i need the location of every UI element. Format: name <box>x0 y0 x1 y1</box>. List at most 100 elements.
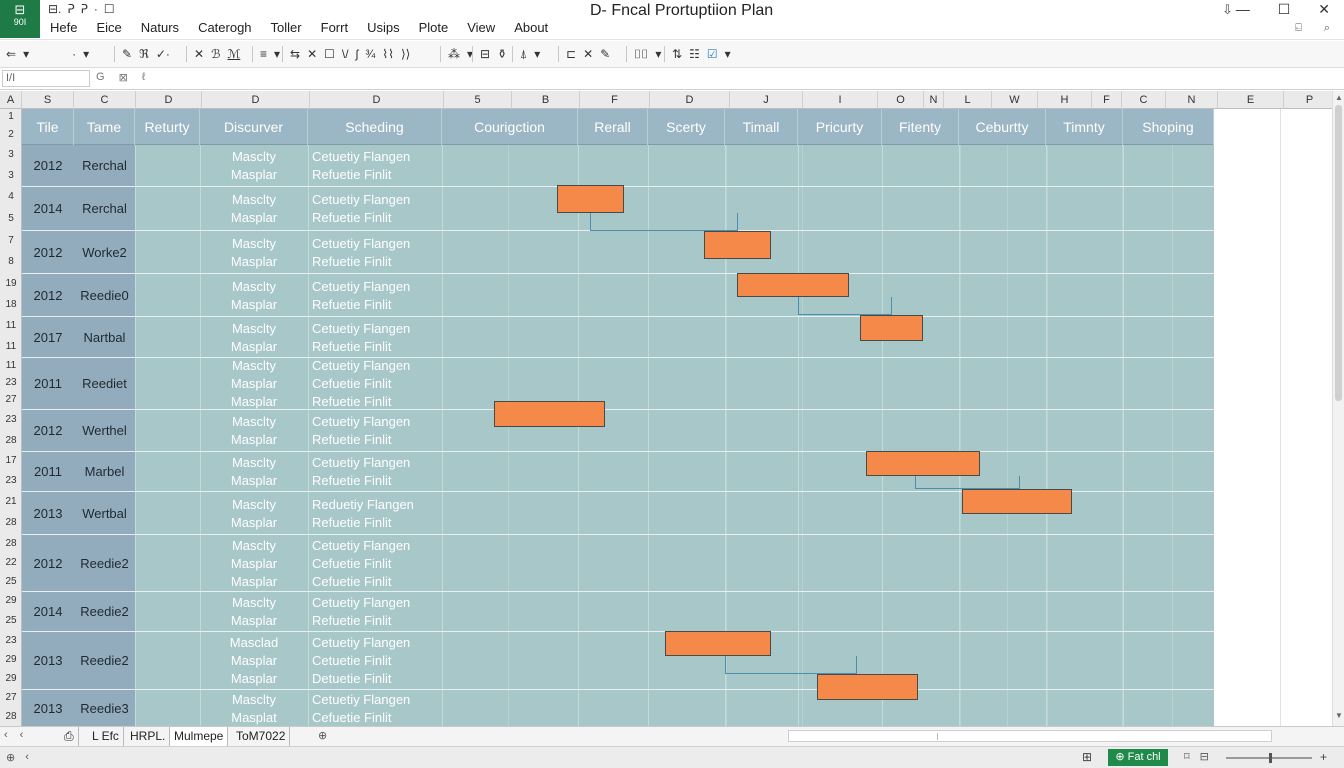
header-cell[interactable]: Returty <box>135 109 200 145</box>
menu-item[interactable]: View <box>467 20 495 38</box>
scheding-cell[interactable]: Refuetie Finlit <box>312 472 442 490</box>
scheding-cell[interactable]: Cefuetie Finlit <box>312 709 442 727</box>
align-icon[interactable]: ≡ <box>260 47 267 61</box>
confirm-icon[interactable]: ⊠ <box>119 71 128 84</box>
scheding-cell[interactable]: Reduetiy Flangen <box>312 496 442 514</box>
name-cell[interactable]: Worke2 <box>74 245 135 260</box>
zoom-in-icon[interactable]: + <box>1320 750 1327 764</box>
chevron-down-icon[interactable]: ▾ <box>23 47 29 61</box>
row-header[interactable]: 23 <box>0 414 22 425</box>
scheding-cell[interactable]: Cetuetiy Flangen <box>312 691 442 709</box>
close-icon[interactable]: ✕ <box>1318 1 1330 18</box>
discurver-cell[interactable]: Masclty <box>200 235 308 253</box>
year-cell[interactable]: 2012 <box>22 556 74 571</box>
pencil-icon[interactable]: ✎ <box>122 47 132 61</box>
scheding-cell[interactable]: Cefuetie Finlit <box>312 555 442 573</box>
discurver-cell[interactable]: Masplar <box>200 209 308 227</box>
discurver-cell[interactable]: Masclty <box>200 454 308 472</box>
zoom-slider-knob[interactable] <box>1269 753 1272 763</box>
row-header[interactable]: 11 <box>0 341 22 352</box>
name-cell[interactable]: Nartbal <box>74 330 135 345</box>
row-header[interactable]: 4 <box>0 191 22 202</box>
scheding-cell[interactable]: Refuetie Finlit <box>312 431 442 449</box>
menu-item[interactable]: Caterogh <box>198 20 251 38</box>
row-header[interactable]: 17 <box>0 455 22 466</box>
checkbox-icon[interactable]: ☑ <box>707 47 718 61</box>
header-cell[interactable]: Ceburtty <box>959 109 1046 145</box>
save-icon[interactable]: ⊟. <box>48 2 61 18</box>
split-icon[interactable]: \/ <box>342 47 349 61</box>
horizontal-scrollbar[interactable] <box>788 730 1272 742</box>
column-header[interactable]: E <box>1218 91 1284 109</box>
menu-item[interactable]: Toller <box>271 20 302 38</box>
page-view-icon[interactable]: ⊞ <box>1082 750 1092 764</box>
dots-icon[interactable]: ⌇⌇ <box>382 47 394 61</box>
chevron-down-icon[interactable]: ▾ <box>83 47 89 61</box>
comment-icon[interactable]: ⊟ <box>480 47 490 61</box>
scheding-cell[interactable]: Cetuetiy Flangen <box>312 537 442 555</box>
discurver-cell[interactable]: Masclty <box>200 357 308 375</box>
header-cell[interactable]: Courigction <box>442 109 578 145</box>
discurver-cell[interactable]: Masclty <box>200 594 308 612</box>
year-cell[interactable]: 2012 <box>22 288 74 303</box>
zoom-slider[interactable] <box>1226 753 1312 763</box>
column-header[interactable]: F <box>1092 91 1122 109</box>
column-header[interactable]: O <box>878 91 924 109</box>
discurver-cell[interactable]: Masplar <box>200 472 308 490</box>
discurver-cell[interactable]: Masclty <box>200 496 308 514</box>
scheding-cell[interactable]: Cetuetiy Flangen <box>312 235 442 253</box>
chart-icon[interactable]: ⌷⌷ <box>634 47 648 62</box>
discurver-cell[interactable]: Masplat <box>200 709 308 727</box>
search-icon[interactable]: ⌕ <box>1324 22 1330 35</box>
name-box[interactable]: I/I <box>2 70 90 87</box>
discurver-cell[interactable]: Masplar <box>200 166 308 184</box>
gantt-bar[interactable] <box>737 273 849 297</box>
year-cell[interactable]: 2012 <box>22 423 74 438</box>
gantt-bar[interactable] <box>557 185 624 213</box>
row-header[interactable]: 25 <box>0 576 22 587</box>
row-header[interactable]: 22 <box>0 557 22 568</box>
discurver-cell[interactable]: Masplar <box>200 555 308 573</box>
new-document-icon[interactable]: ☐ <box>104 2 115 18</box>
format-icon[interactable]: ℜ <box>139 47 149 61</box>
gantt-bar[interactable] <box>494 401 605 427</box>
discurver-cell[interactable]: Masclty <box>200 691 308 709</box>
discurver-cell[interactable]: Masclty <box>200 320 308 338</box>
chevron-down-icon[interactable]: ▾ <box>725 47 731 61</box>
discurver-cell[interactable]: Masplar <box>200 514 308 532</box>
account-icon[interactable]: ⇩ <box>1222 2 1233 18</box>
column-header[interactable]: C <box>74 91 136 109</box>
delete-icon[interactable]: ✕ <box>307 47 317 61</box>
discurver-cell[interactable]: Masclty <box>200 413 308 431</box>
style-icon[interactable]: ⁂ <box>448 47 460 61</box>
scheding-cell[interactable]: Cetuetiy Flangen <box>312 634 442 652</box>
row-header[interactable]: 1 <box>0 111 22 122</box>
vertical-scrollbar[interactable]: ▲ ▼ <box>1332 91 1344 726</box>
name-cell[interactable]: Wertbal <box>74 506 135 521</box>
sheet-tab-icon[interactable]: ⎙ <box>60 727 79 746</box>
row-header[interactable]: 29 <box>0 595 22 606</box>
column-header[interactable]: D <box>310 91 444 109</box>
name-cell[interactable]: Reedie0 <box>74 288 135 303</box>
row-header[interactable]: 2 <box>0 129 22 140</box>
name-cell[interactable]: Reedie2 <box>74 653 135 668</box>
menu-item[interactable]: Usips <box>367 20 400 38</box>
row-header[interactable]: 28 <box>0 711 22 722</box>
header-cell[interactable]: Scerty <box>648 109 725 145</box>
header-cell[interactable]: Fitenty <box>882 109 959 145</box>
year-cell[interactable]: 2011 <box>22 464 74 479</box>
swap-icon[interactable]: ⇆ <box>290 47 300 61</box>
fraction-icon[interactable]: ¾ <box>365 47 375 61</box>
edit-icon[interactable]: ✎ <box>600 47 610 61</box>
name-cell[interactable]: Reediet <box>74 376 135 391</box>
undo-icon[interactable]: ᕈ <box>67 2 74 18</box>
year-cell[interactable]: 2013 <box>22 701 74 716</box>
column-header[interactable]: D <box>650 91 730 109</box>
menu-item[interactable]: About <box>514 20 548 38</box>
discurver-cell[interactable]: Masplar <box>200 375 308 393</box>
column-header[interactable]: B <box>512 91 580 109</box>
back-icon[interactable]: ‹ <box>25 751 29 764</box>
row-header[interactable]: 27 <box>0 394 22 405</box>
column-header[interactable]: D <box>136 91 202 109</box>
row-header[interactable]: 19 <box>0 278 22 289</box>
